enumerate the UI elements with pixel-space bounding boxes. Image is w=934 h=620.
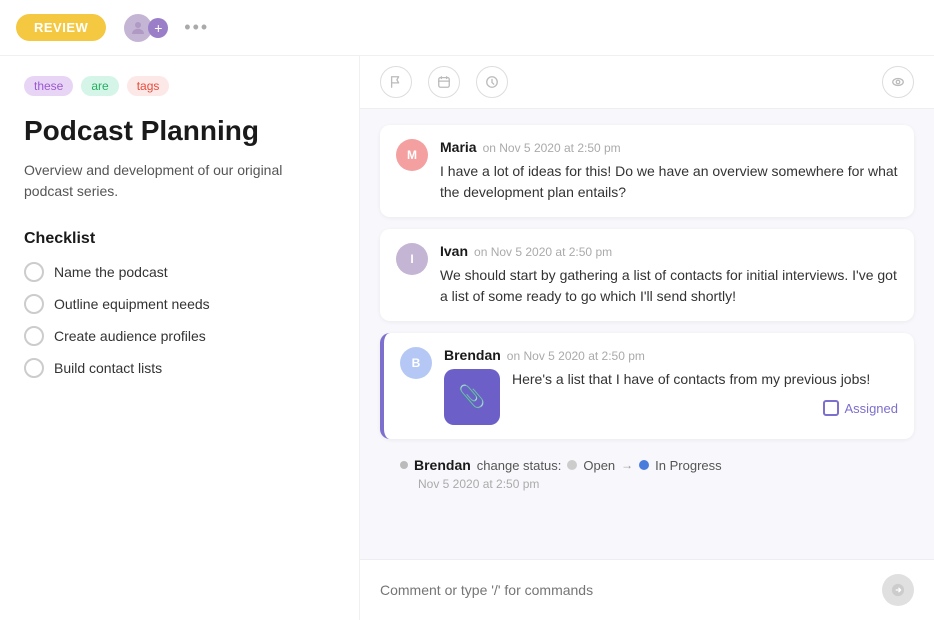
comment-body-maria: Maria on Nov 5 2020 at 2:50 pm I have a … (440, 139, 898, 203)
avatar-maria: M (396, 139, 428, 171)
tag-are[interactable]: are (81, 76, 118, 96)
comment-ivan: I Ivan on Nov 5 2020 at 2:50 pm We shoul… (380, 229, 914, 321)
comment-text: We should start by gathering a list of c… (440, 265, 898, 307)
comment-text: Here's a list that I have of contacts fr… (512, 369, 898, 390)
comment-maria: M Maria on Nov 5 2020 at 2:50 pm I have … (380, 125, 914, 217)
page-description: Overview and development of our original… (24, 160, 335, 202)
avatar-brendan: B (400, 347, 432, 379)
tag-these[interactable]: these (24, 76, 73, 96)
status-dot-inprogress (639, 460, 649, 470)
tag-tags[interactable]: tags (127, 76, 170, 96)
right-panel: M Maria on Nov 5 2020 at 2:50 pm I have … (360, 56, 934, 620)
comment-time: on Nov 5 2020 at 2:50 pm (483, 141, 621, 155)
comment-text: I have a lot of ideas for this! Do we ha… (440, 161, 898, 203)
status-time: Nov 5 2020 at 2:50 pm (400, 477, 914, 491)
avatar-ivan: I (396, 243, 428, 275)
checklist-checkbox-2[interactable] (24, 326, 44, 346)
clock-icon-button[interactable] (476, 66, 508, 98)
status-from: Open (583, 458, 615, 473)
status-action: change status: (477, 458, 562, 473)
tags-row: these are tags (24, 76, 335, 96)
checklist-item: Outline equipment needs (24, 294, 335, 314)
page-title: Podcast Planning (24, 114, 335, 148)
status-author: Brendan (414, 457, 471, 473)
status-bullet (400, 461, 408, 469)
comment-brendan: B Brendan on Nov 5 2020 at 2:50 pm 📎 Her… (380, 333, 914, 439)
flag-icon-button[interactable] (380, 66, 412, 98)
comment-time: on Nov 5 2020 at 2:50 pm (507, 349, 645, 363)
comment-input-bar (360, 559, 934, 620)
comment-author: Brendan (444, 347, 501, 363)
checklist-checkbox-3[interactable] (24, 358, 44, 378)
assigned-row: Assigned (512, 400, 898, 416)
more-options-button[interactable]: ••• (184, 17, 209, 38)
eye-icon-button[interactable] (882, 66, 914, 98)
left-panel: these are tags Podcast Planning Overview… (0, 56, 360, 620)
status-change-row: Brendan change status: Open → In Progres… (400, 457, 914, 473)
topbar: REVIEW + ••• (0, 0, 934, 56)
comment-author: Ivan (440, 243, 468, 259)
right-topbar (360, 56, 934, 109)
comment-body-brendan: Brendan on Nov 5 2020 at 2:50 pm 📎 Here'… (444, 347, 898, 425)
comment-body-ivan: Ivan on Nov 5 2020 at 2:50 pm We should … (440, 243, 898, 307)
checklist-section: Checklist Name the podcast Outline equip… (24, 230, 335, 378)
send-button[interactable] (882, 574, 914, 606)
checklist-label-3: Build contact lists (54, 360, 162, 376)
checklist-item: Name the podcast (24, 262, 335, 282)
calendar-icon-button[interactable] (428, 66, 460, 98)
comment-author: Maria (440, 139, 477, 155)
review-button[interactable]: REVIEW (16, 14, 106, 41)
checklist-label-2: Create audience profiles (54, 328, 206, 344)
assigned-label: Assigned (845, 401, 898, 416)
comment-header: Brendan on Nov 5 2020 at 2:50 pm (444, 347, 898, 363)
comment-input[interactable] (380, 582, 882, 598)
paperclip-icon: 📎 (458, 384, 485, 410)
checklist-item: Create audience profiles (24, 326, 335, 346)
comment-header: Ivan on Nov 5 2020 at 2:50 pm (440, 243, 898, 259)
status-change: Brendan change status: Open → In Progres… (380, 451, 914, 497)
attachment-box[interactable]: 📎 (444, 369, 500, 425)
status-dot-open (567, 460, 577, 470)
comment-header: Maria on Nov 5 2020 at 2:50 pm (440, 139, 898, 155)
checklist-item: Build contact lists (24, 358, 335, 378)
assigned-checkbox[interactable] (823, 400, 839, 416)
arrow-icon: → (621, 458, 633, 472)
checklist-checkbox-0[interactable] (24, 262, 44, 282)
checklist-checkbox-1[interactable] (24, 294, 44, 314)
checklist-label-1: Outline equipment needs (54, 296, 210, 312)
comments-area: M Maria on Nov 5 2020 at 2:50 pm I have … (360, 109, 934, 559)
checklist-label-0: Name the podcast (54, 264, 168, 280)
avatar-group: + (122, 12, 168, 44)
comment-time: on Nov 5 2020 at 2:50 pm (474, 245, 612, 259)
status-to: In Progress (655, 458, 721, 473)
checklist-title: Checklist (24, 230, 335, 248)
main-content: these are tags Podcast Planning Overview… (0, 56, 934, 620)
add-user-button[interactable]: + (148, 18, 168, 38)
